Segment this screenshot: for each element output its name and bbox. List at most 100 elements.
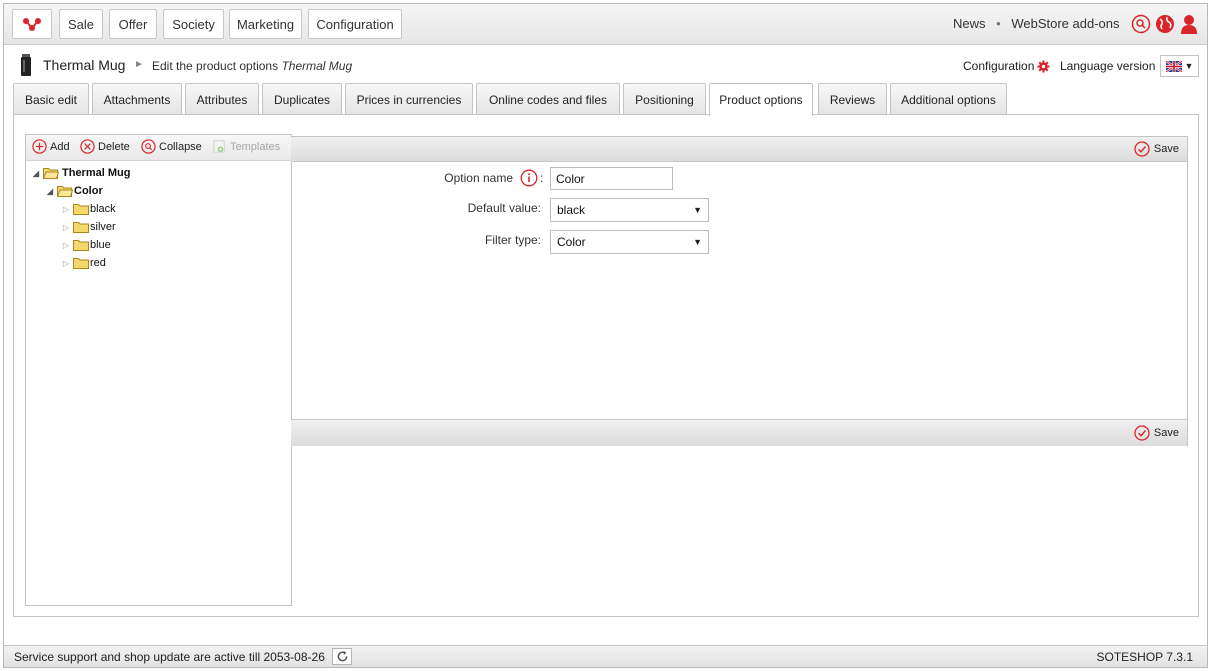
tab-positioning[interactable]: Positioning (623, 83, 706, 115)
add-icon (32, 139, 47, 154)
default-value-selected: black (557, 203, 586, 217)
folder-icon (73, 222, 89, 233)
add-label: Add (50, 140, 70, 153)
breadcrumb-arrow-icon: ► (134, 59, 144, 70)
save-label: Save (1153, 427, 1179, 439)
option-edit-form: Save Option name : Color Default value: … (291, 136, 1188, 446)
chevron-down-icon: ▼ (693, 205, 702, 215)
collapsed-triangle-icon[interactable]: ▷ (61, 223, 71, 232)
tree-toolbar: Add Delete Collapse Templates (26, 135, 291, 161)
chevron-down-icon: ▼ (693, 237, 702, 247)
status-bar: Service support and shop update are acti… (4, 645, 1207, 667)
soteshop-logo-icon[interactable] (12, 9, 52, 39)
tree-item-blue[interactable]: ▷ blue (61, 237, 111, 253)
subtitle-prefix: Edit the product options (152, 59, 279, 73)
tab-content: Add Delete Collapse Templates ◢ Thermal … (13, 114, 1199, 617)
link-separator: • (996, 16, 1001, 31)
webstore-addons-link[interactable]: WebStore add-ons (1011, 16, 1119, 31)
menu-offer[interactable]: Offer (109, 9, 157, 39)
subtitle-product: Thermal Mug (281, 59, 353, 73)
collapsed-triangle-icon[interactable]: ▷ (61, 205, 71, 214)
refresh-icon (337, 650, 347, 662)
default-value-select[interactable]: black ▼ (550, 198, 709, 222)
collapse-label: Collapse (159, 140, 202, 153)
user-icon[interactable] (1178, 13, 1200, 35)
uk-flag-icon (1165, 60, 1182, 72)
news-link[interactable]: News (953, 16, 986, 31)
refresh-button[interactable] (332, 648, 352, 665)
menu-sale[interactable]: Sale (59, 9, 103, 39)
add-button[interactable]: Add (32, 139, 70, 154)
templates-icon (213, 140, 225, 153)
page-header: Thermal Mug ► Edit the product options T… (4, 46, 1207, 80)
tab-prices-in-currencies[interactable]: Prices in currencies (345, 83, 473, 115)
tree-root-node[interactable]: ◢ Thermal Mug (31, 165, 130, 181)
options-tree-panel: Add Delete Collapse Templates ◢ Thermal … (25, 134, 292, 606)
language-select[interactable]: ▼ (1160, 55, 1199, 77)
tree-group-node[interactable]: ◢ Color (45, 183, 103, 199)
default-value-label: Default value: (467, 201, 541, 215)
folder-icon (73, 240, 89, 251)
option-name-label: Option name (444, 171, 513, 185)
tree-item-silver[interactable]: ▷ silver (61, 219, 116, 235)
form-header-bar: Save (291, 137, 1187, 162)
tree-item-red[interactable]: ▷ red (61, 255, 106, 271)
expanded-triangle-icon[interactable]: ◢ (31, 169, 41, 178)
collapsed-triangle-icon[interactable]: ▷ (61, 241, 71, 250)
tree-group-label: Color (74, 185, 103, 197)
menu-configuration[interactable]: Configuration (308, 9, 402, 39)
tree-item-black[interactable]: ▷ black (61, 201, 116, 217)
search-icon[interactable] (1130, 13, 1152, 35)
collapse-icon (141, 139, 156, 154)
save-button-top[interactable]: Save (1134, 141, 1179, 157)
save-button-bottom[interactable]: Save (1134, 425, 1179, 441)
tab-reviews[interactable]: Reviews (818, 83, 887, 115)
expanded-triangle-icon[interactable]: ◢ (45, 187, 55, 196)
filter-type-label: Filter type: (484, 233, 541, 247)
option-name-input[interactable]: Color (550, 167, 673, 190)
top-navigation-bar: Sale Offer Society Marketing Configurati… (4, 4, 1207, 45)
service-status-text: Service support and shop update are acti… (14, 650, 325, 664)
delete-label: Delete (98, 140, 130, 153)
folder-icon (73, 204, 89, 215)
top-links: News • WebStore add-ons (953, 16, 1120, 31)
menu-society[interactable]: Society (163, 9, 224, 39)
gear-icon (1037, 59, 1050, 73)
collapsed-triangle-icon[interactable]: ▷ (61, 259, 71, 268)
templates-button[interactable]: Templates (212, 139, 280, 154)
tab-product-options[interactable]: Product options (709, 83, 813, 116)
filter-type-selected: Color (557, 235, 586, 249)
chevron-down-icon: ▼ (1184, 61, 1194, 71)
configuration-link[interactable]: Configuration (963, 59, 1050, 73)
product-title[interactable]: Thermal Mug (43, 57, 125, 73)
tab-duplicates[interactable]: Duplicates (262, 83, 342, 115)
tab-attachments[interactable]: Attachments (92, 83, 182, 115)
templates-label: Templates (230, 140, 281, 153)
open-folder-icon (57, 186, 73, 197)
filter-type-select[interactable]: Color ▼ (550, 230, 709, 254)
tree-item-label: blue (90, 239, 111, 251)
menu-marketing[interactable]: Marketing (229, 9, 302, 39)
delete-button[interactable]: Delete (80, 139, 130, 154)
info-icon[interactable] (520, 169, 538, 187)
open-folder-icon (43, 168, 59, 179)
collapse-button[interactable]: Collapse (141, 139, 202, 154)
tree-item-label: black (90, 203, 116, 215)
globe-icon[interactable] (1154, 13, 1176, 35)
check-circle-icon (1134, 141, 1150, 157)
tab-basic-edit[interactable]: Basic edit (13, 83, 89, 115)
language-version-label: Language version (1060, 59, 1156, 73)
check-circle-icon (1134, 425, 1150, 441)
tab-additional-options[interactable]: Additional options (890, 83, 1007, 115)
page-subtitle: Edit the product options Thermal Mug (152, 59, 352, 73)
option-name-colon: : (540, 171, 544, 185)
tab-attributes[interactable]: Attributes (185, 83, 259, 115)
app-window: Sale Offer Society Marketing Configurati… (3, 3, 1208, 668)
configuration-label: Configuration (963, 59, 1035, 73)
form-footer-bar: Save (291, 419, 1187, 446)
tree-item-label: silver (90, 221, 116, 233)
tree-root-label: Thermal Mug (62, 167, 131, 179)
tree-item-label: red (90, 257, 106, 269)
tab-online-codes-and-files[interactable]: Online codes and files (476, 83, 620, 115)
delete-icon (80, 139, 95, 154)
